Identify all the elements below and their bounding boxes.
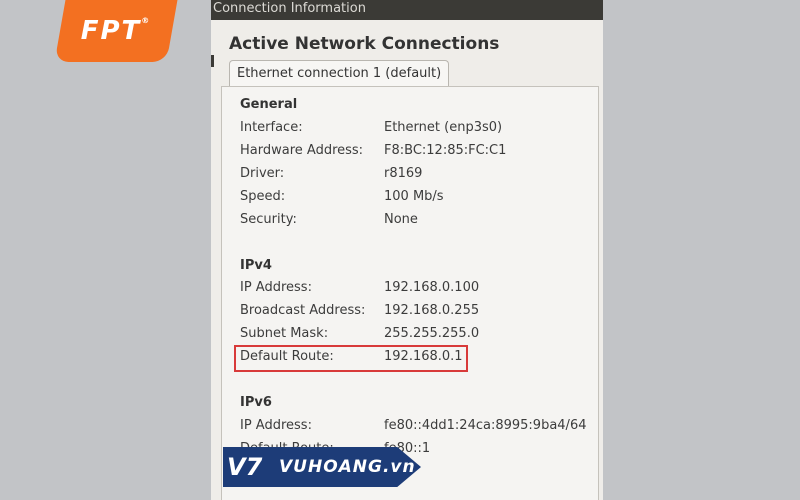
vuhoang-logo-icon: V7: [227, 453, 263, 481]
info-value: F8:BC:12:85:FC:C1: [384, 143, 507, 158]
window-titlebar[interactable]: Connection Information: [211, 0, 603, 20]
info-label: Hardware Address:: [240, 143, 364, 158]
info-label: Driver:: [240, 166, 285, 181]
info-row-ipv6-address: IP Address: fe80::4dd1:24ca:8995:9ba4/64: [240, 418, 586, 433]
info-value: r8169: [384, 166, 423, 181]
section-ipv6-title: IPv6: [240, 395, 272, 410]
connection-info-window: Connection Information Active Network Co…: [211, 0, 603, 500]
section-general-title: General: [240, 97, 298, 112]
info-label: IP Address:: [240, 418, 312, 433]
info-label: Interface:: [240, 120, 303, 135]
info-row-hardware-address: Hardware Address: F8:BC:12:85:FC:C1: [240, 143, 506, 158]
fpt-logo-text: FPT: [80, 16, 142, 46]
info-value: 192.168.0.100: [384, 280, 480, 295]
info-value: Ethernet (enp3s0): [384, 120, 503, 135]
info-row-broadcast-address: Broadcast Address: 192.168.0.255: [240, 303, 479, 318]
fpt-logo: FPT®: [54, 0, 178, 62]
info-row-driver: Driver: r8169: [240, 166, 422, 181]
info-row-security: Security: None: [240, 212, 418, 227]
vuhoang-watermark: V7 VUHOANG.vn: [223, 447, 421, 487]
info-value: 100 Mb/s: [384, 189, 444, 204]
info-label: IP Address:: [240, 280, 312, 295]
tab-ethernet-connection[interactable]: Ethernet connection 1 (default): [229, 60, 450, 87]
info-label: Broadcast Address:: [240, 303, 366, 318]
info-value: fe80::4dd1:24ca:8995:9ba4/64: [384, 418, 587, 433]
info-label: Speed:: [240, 189, 286, 204]
info-value: 255.255.255.0: [384, 326, 480, 341]
info-row-ipv4-address: IP Address: 192.168.0.100: [240, 280, 479, 295]
info-value: None: [384, 212, 418, 227]
registered-mark-icon: ®: [141, 16, 152, 25]
default-route-highlight-box: [234, 345, 468, 372]
info-label: Security:: [240, 212, 297, 227]
window-edge: [211, 55, 214, 67]
watermark-text: VUHOANG.vn: [279, 457, 416, 477]
page-title: Active Network Connections: [229, 34, 500, 54]
info-value: 192.168.0.255: [384, 303, 480, 318]
section-ipv4-title: IPv4: [240, 258, 272, 273]
info-label: Subnet Mask:: [240, 326, 329, 341]
info-row-subnet-mask: Subnet Mask: 255.255.255.0: [240, 326, 479, 341]
info-row-interface: Interface: Ethernet (enp3s0): [240, 120, 502, 135]
info-row-speed: Speed: 100 Mb/s: [240, 189, 444, 204]
